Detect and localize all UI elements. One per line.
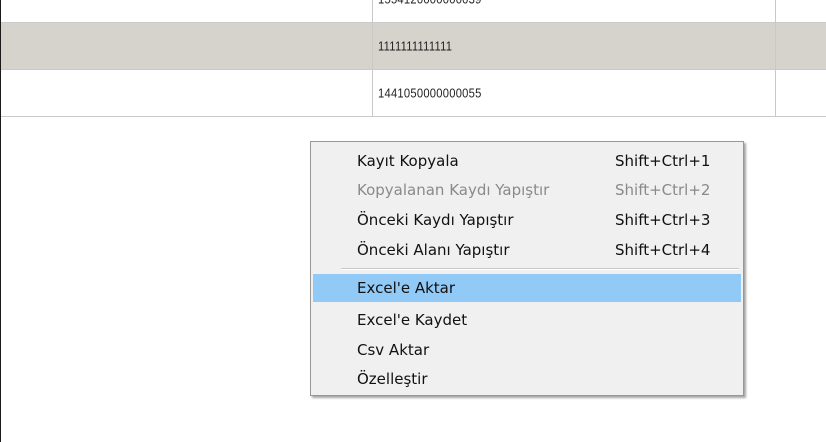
menu-item-label: Csv Aktar	[357, 341, 430, 359]
screen: 1554120000000039 1111111111111 144105000…	[0, 0, 826, 442]
menu-item-excele-kaydet[interactable]: Excel'e Kaydet	[313, 306, 741, 334]
table-row-selected[interactable]: 1111111111111	[0, 23, 826, 70]
menu-item-shortcut: Shift+Ctrl+1	[615, 152, 711, 170]
table-cell[interactable]	[0, 0, 373, 22]
table-cell[interactable]	[776, 23, 826, 69]
table-row[interactable]: 1554120000000039	[0, 0, 826, 23]
menu-item-kopyalanan-kaydi-yapistir: Kopyalanan Kaydı Yapıştır Shift+Ctrl+2	[313, 176, 741, 204]
menu-item-shortcut: Shift+Ctrl+4	[615, 241, 711, 259]
menu-item-label: Kayıt Kopyala	[357, 152, 459, 170]
menu-item-label: Excel'e Aktar	[357, 279, 456, 297]
menu-item-csv-aktar[interactable]: Csv Aktar	[313, 336, 741, 364]
table-cell[interactable]	[776, 0, 826, 22]
cell-value: 1554120000000039	[378, 0, 482, 7]
menu-item-label: Kopyalanan Kaydı Yapıştır	[357, 181, 550, 199]
window-left-border	[0, 0, 1, 442]
table-cell[interactable]	[0, 23, 373, 69]
menu-item-onceki-kaydi-yapistir[interactable]: Önceki Kaydı Yapıştır Shift+Ctrl+3	[313, 206, 741, 234]
menu-separator	[341, 268, 739, 270]
context-menu: Kayıt Kopyala Shift+Ctrl+1 Kopyalanan Ka…	[310, 141, 744, 396]
menu-item-ozellestir[interactable]: Özelleştir	[313, 365, 741, 393]
menu-item-shortcut: Shift+Ctrl+3	[615, 211, 711, 229]
cell-value: 1441050000000055	[378, 85, 482, 101]
menu-item-shortcut: Shift+Ctrl+2	[615, 181, 711, 199]
table-cell[interactable]: 1441050000000055	[373, 70, 776, 116]
menu-item-onceki-alani-yapistir[interactable]: Önceki Alanı Yapıştır Shift+Ctrl+4	[313, 236, 741, 264]
menu-item-kayit-kopyala[interactable]: Kayıt Kopyala Shift+Ctrl+1	[313, 147, 741, 175]
menu-item-label: Önceki Alanı Yapıştır	[357, 241, 510, 259]
table-cell[interactable]	[776, 70, 826, 116]
menu-item-label: Önceki Kaydı Yapıştır	[357, 211, 514, 229]
cell-value: 1111111111111	[378, 38, 453, 54]
table-row[interactable]: 1441050000000055	[0, 70, 826, 117]
menu-item-label: Excel'e Kaydet	[357, 311, 468, 329]
table-cell[interactable]: 1554120000000039	[373, 0, 776, 22]
menu-item-excele-aktar[interactable]: Excel'e Aktar	[313, 274, 741, 302]
table-cell[interactable]	[0, 70, 373, 116]
menu-item-label: Özelleştir	[357, 370, 428, 388]
table-cell[interactable]: 1111111111111	[373, 23, 776, 69]
